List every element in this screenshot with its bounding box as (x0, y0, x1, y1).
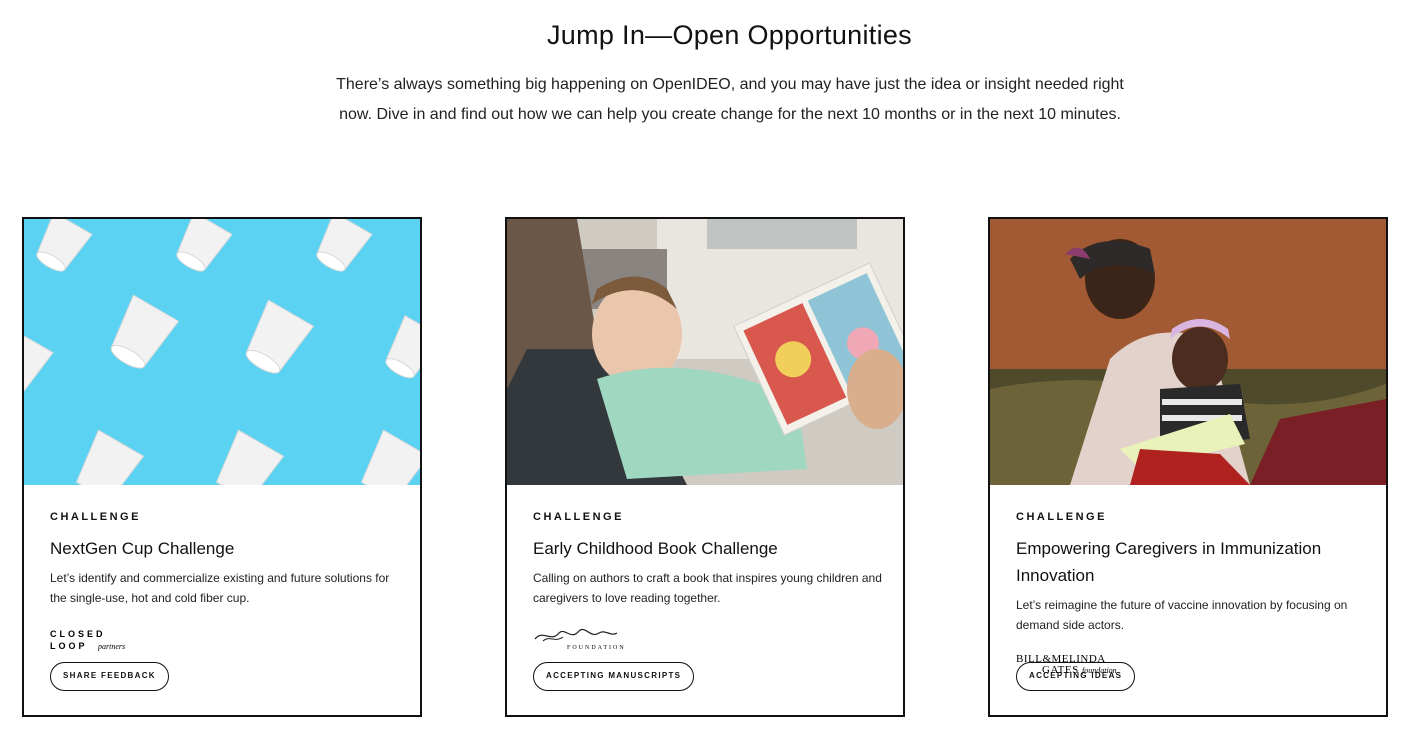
card-description: Calling on authors to craft a book that … (533, 571, 882, 605)
accepting-ideas-button[interactable]: ACCEPTING IDEAS (1016, 662, 1136, 691)
accepting-manuscripts-button[interactable]: ACCEPTING MANUSCRIPTS (533, 662, 695, 691)
svg-text:partners: partners (97, 642, 125, 651)
card-body: CHALLENGE NextGen Cup Challenge Let’s id… (50, 511, 400, 608)
svg-text:CLOSED: CLOSED (50, 629, 106, 639)
mother-and-baby-image (990, 219, 1386, 485)
challenge-card-early-childhood-book[interactable]: CHALLENGE Early Childhood Book Challenge… (505, 217, 905, 717)
card-kicker: CHALLENGE (1016, 511, 1107, 523)
card-description: Let’s reimagine the future of vaccine in… (1016, 598, 1348, 632)
cups-image (24, 219, 420, 485)
closed-loop-logo: CLOSED LOOP partners (50, 627, 170, 653)
kellogg-foundation-logo: FOUNDATION (533, 625, 653, 651)
card-kicker: CHALLENGE (50, 511, 141, 523)
section-heading: Jump In—Open Opportunities (547, 20, 912, 50)
card-body: CHALLENGE Empowering Caregivers in Immun… (1016, 511, 1366, 635)
card-description: Let’s identify and commercialize existin… (50, 571, 390, 605)
svg-text:LOOP: LOOP (50, 641, 88, 651)
section-intro: There’s always something big happening o… (336, 76, 1124, 123)
card-kicker: CHALLENGE (533, 511, 624, 523)
card-title[interactable]: Empowering Caregivers in Immunization In… (1016, 535, 1366, 589)
card-title[interactable]: NextGen Cup Challenge (50, 535, 400, 562)
share-feedback-button[interactable]: SHARE FEEDBACK (50, 662, 169, 691)
svg-text:FOUNDATION: FOUNDATION (567, 645, 626, 651)
challenge-card-nextgen-cup[interactable]: CHALLENGE NextGen Cup Challenge Let’s id… (22, 217, 422, 717)
challenge-card-immunization-innovation[interactable]: CHALLENGE Empowering Caregivers in Immun… (988, 217, 1388, 717)
father-reading-image (507, 219, 903, 485)
card-title[interactable]: Early Childhood Book Challenge (533, 535, 883, 562)
card-body: CHALLENGE Early Childhood Book Challenge… (533, 511, 883, 608)
